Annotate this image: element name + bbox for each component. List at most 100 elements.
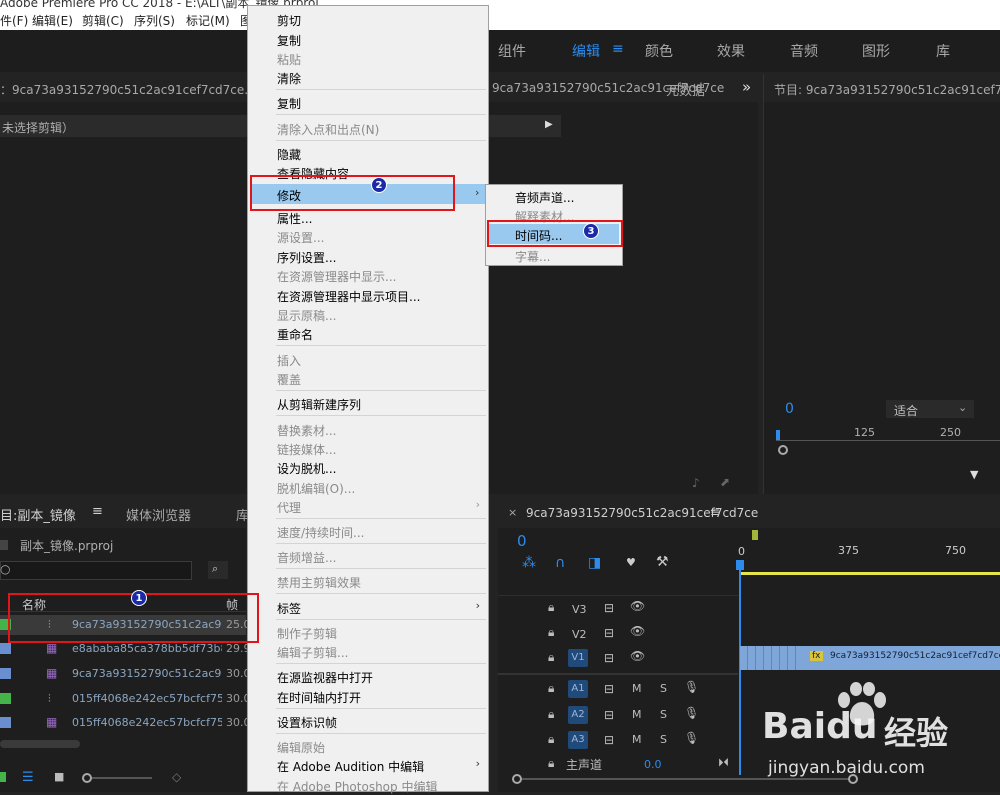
track-v3-label[interactable]: V3 [572,603,587,616]
media-browser-tab[interactable]: 媒体浏览器 [126,505,191,524]
linked-selection-icon[interactable]: ◨ [588,555,601,571]
menu-item-set-poster-frame[interactable]: 设置标识帧 [277,714,337,731]
workspace-libraries[interactable]: 库 [936,41,950,61]
in-point-marker[interactable] [752,530,758,540]
eye-icon[interactable]: 👁︎ [630,649,645,663]
horizontal-scrollbar[interactable] [0,740,80,748]
timeline-zoom-handle-left[interactable] [512,774,522,784]
panel-expand-icon[interactable]: » [742,78,751,96]
workspace-effects[interactable]: 效果 [717,41,745,61]
lock-icon[interactable]: 🔒︎ [548,756,554,771]
menu-item-open-source-monitor[interactable]: 在源监视器中打开 [277,669,373,686]
submenu-item-captions[interactable]: 字幕... [515,248,550,265]
menu-item-edit-audition[interactable]: 在 Adobe Audition 中编辑 [277,758,424,775]
zoom-slider-track[interactable] [92,777,152,779]
menu-item-label[interactable]: 标签 [277,600,301,617]
menu-item-open-timeline[interactable]: 在时间轴内打开 [277,689,361,706]
sync-lock-icon[interactable]: ⊟ [604,682,614,696]
menu-item-disable-master-fx[interactable]: 禁用主剪辑效果 [277,574,361,591]
menu-sequence[interactable]: 序列(S) [134,12,175,29]
menu-item-properties[interactable]: 属性... [277,210,312,227]
list-item[interactable]: ⫶ 015ff4068e242ec57bcfcf75215 30.0 [0,689,251,709]
menu-item-copy[interactable]: 复制 [277,32,301,49]
master-volume-value[interactable]: 0.0 [644,758,662,771]
mute-button[interactable]: M [632,708,642,721]
menu-item-edit-photoshop[interactable]: 在 Adobe Photoshop 中编辑 [277,778,437,795]
microphone-icon[interactable]: 🎙︎ [684,706,699,720]
play-arrow-icon[interactable]: ▶ [545,119,553,130]
menu-item-speed-duration[interactable]: 速度/持续时间... [277,524,365,541]
menu-item-proxy[interactable]: 代理 [277,499,301,516]
menu-marker[interactable]: 标记(M) [186,12,230,29]
lock-icon[interactable]: 🔒︎ [548,707,554,722]
sort-icon[interactable]: ◇ [172,770,181,784]
menu-item-replace-footage[interactable]: 替换素材... [277,422,336,439]
menu-item-overwrite[interactable]: 覆盖 [277,371,301,388]
eye-icon[interactable]: 👁︎ [630,624,645,638]
zoom-slider-handle[interactable] [82,773,92,783]
menu-item-source-settings[interactable]: 源设置... [277,229,324,246]
fit-dropdown[interactable]: 适合 ⌄ [886,400,974,418]
go-to-end-icon[interactable]: ⏵⏴ [718,756,729,770]
mute-button[interactable]: M [632,733,642,746]
menu-item-new-sequence[interactable]: 从剪辑新建序列 [277,396,361,413]
menu-item-edit-offline[interactable]: 脱机编辑(O)... [277,480,355,497]
menu-item-edit-original[interactable]: 编辑原始 [277,739,325,756]
microphone-icon[interactable]: 🎙︎ [684,731,699,745]
snap-icon[interactable]: ⁂ [522,555,536,571]
track-a3-target[interactable]: A3 [568,731,588,749]
sync-lock-icon[interactable]: ⊟ [604,626,614,640]
menu-item-link-media[interactable]: 链接媒体... [277,441,336,458]
menu-edit[interactable]: 编辑(E) [32,12,73,29]
sync-lock-icon[interactable]: ⊟ [604,733,614,747]
menu-item-clear-in-out[interactable]: 清除入点和出点(N) [277,121,379,138]
workspace-assembly[interactable]: 组件 [498,41,526,61]
menu-item-audio-gain[interactable]: 音频增益... [277,549,336,566]
wrench-icon[interactable]: ⚒ [656,554,669,570]
project-tab-menu-icon[interactable]: ≡ [92,504,103,519]
video-clip[interactable]: fx 9ca73a93152790c51c2ac91cef7cd7ce.mp4 … [740,646,1000,670]
menu-item-cut[interactable]: 剪切 [277,12,301,29]
work-area-bar[interactable] [740,572,1000,575]
lock-icon[interactable]: 🔒︎ [548,732,554,747]
workspace-color[interactable]: 颜色 [645,41,673,61]
menu-item-make-subclip[interactable]: 制作子剪辑 [277,625,337,642]
magnet-icon[interactable]: ∩ [555,555,565,571]
menu-item-rename[interactable]: 重命名 [277,326,313,343]
sync-lock-icon[interactable]: ⊟ [604,651,614,665]
menu-item-show-original[interactable]: 显示原稿... [277,307,336,324]
menu-item-reveal-project[interactable]: 在资源管理器中显示项目... [277,288,420,305]
eye-icon[interactable]: 👁︎ [630,599,645,613]
menu-file[interactable]: 件(F) [0,12,28,29]
lock-icon[interactable]: 🔒︎ [548,625,554,640]
fx-badge[interactable]: fx [810,651,823,661]
menu-item-sequence-settings[interactable]: 序列设置... [277,249,336,266]
sync-lock-icon[interactable]: ⊟ [604,708,614,722]
menu-item-make-offline[interactable]: 设为脱机... [277,460,336,477]
lock-icon[interactable]: 🔒︎ [548,650,554,665]
search-input[interactable] [0,561,192,580]
timeline-menu-icon[interactable]: ≡ [710,505,720,519]
menu-item-reveal-explorer[interactable]: 在资源管理器中显示... [277,268,396,285]
list-item[interactable]: ▦ 9ca73a93152790c51c2ac91cef 30.0 [0,664,251,684]
timeline-timecode[interactable]: 0 [517,532,527,550]
mute-button[interactable]: M [632,682,642,695]
track-a2-target[interactable]: A2 [568,706,588,724]
track-v2-label[interactable]: V2 [572,628,587,641]
program-title[interactable]: 节目: 9ca73a93152790c51c2ac91cef7cd7ce [774,81,1000,98]
source-tab-title[interactable]: ：9ca73a93152790c51c2ac91cef7cd7ce.mp4 [0,81,275,98]
workspace-graphics[interactable]: 图形 [862,41,890,61]
solo-button[interactable]: S [660,708,667,721]
workspace-editing[interactable]: 编辑 [572,41,600,61]
microphone-icon[interactable]: 🎙︎ [684,680,699,694]
list-view-icon[interactable]: ☰ [22,770,34,785]
marker-icon[interactable]: ▼ [970,468,978,481]
menu-item-paste[interactable]: 粘贴 [277,51,301,68]
workspace-menu-icon[interactable]: ≡ [612,41,624,57]
close-icon[interactable]: × [508,506,517,519]
sync-lock-icon[interactable]: ⊟ [604,601,614,615]
menu-item-clear[interactable]: 清除 [277,70,301,87]
solo-button[interactable]: S [660,733,667,746]
workspace-audio[interactable]: 音频 [790,41,818,61]
program-playhead[interactable] [776,430,780,440]
